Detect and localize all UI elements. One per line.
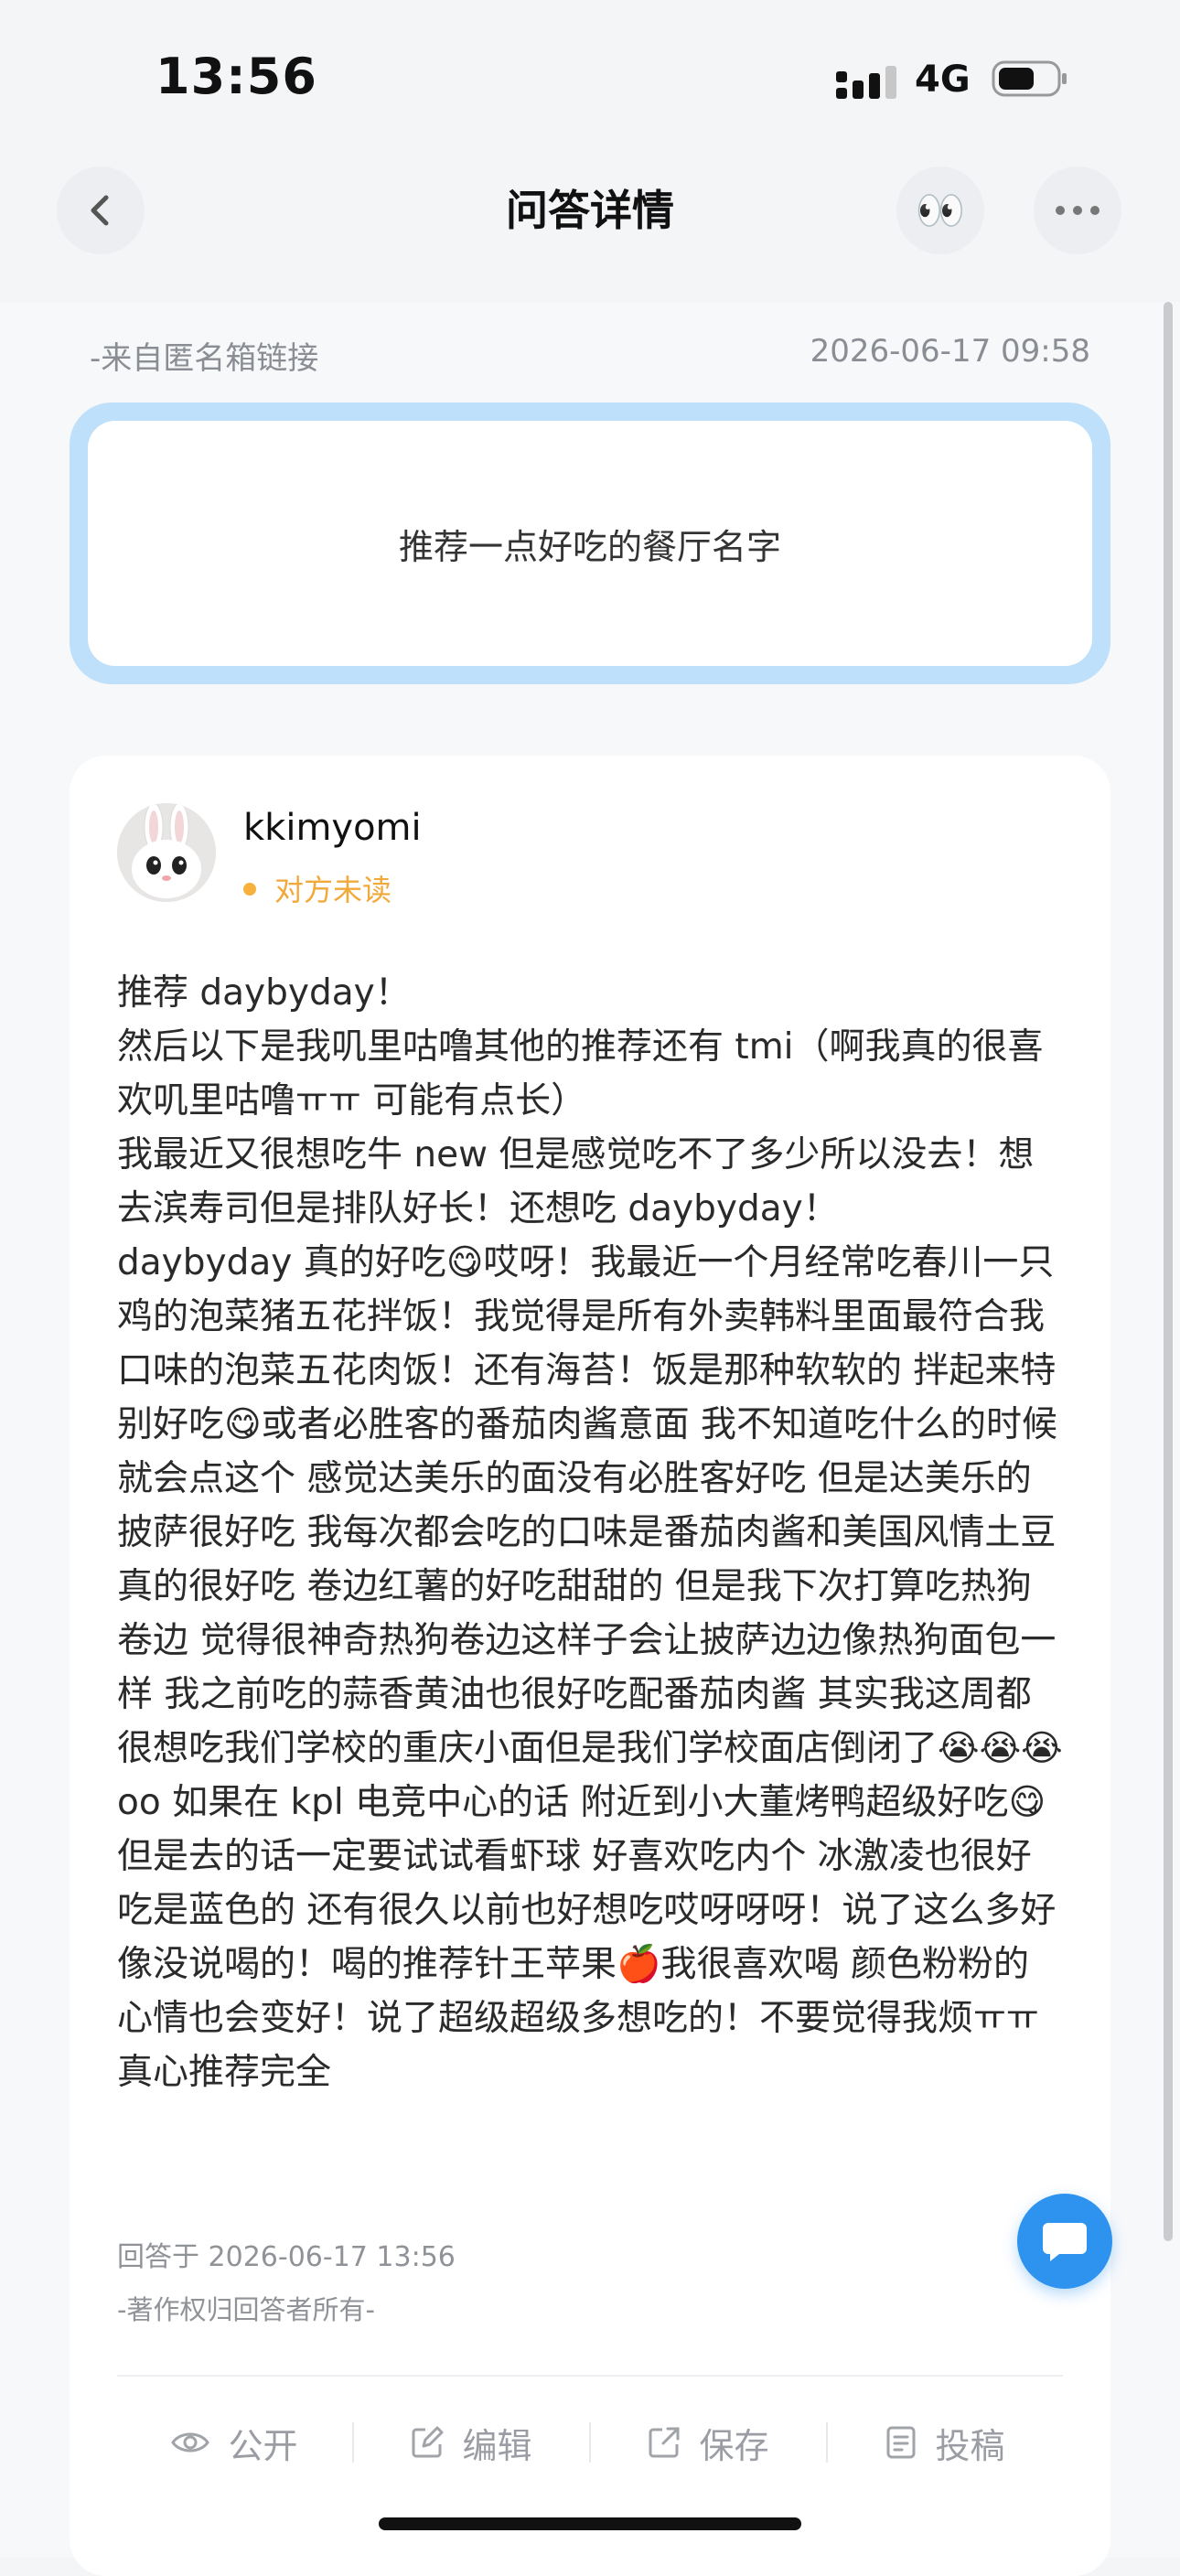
content-area[interactable]: -来自匿名箱链接 2026-06-17 09:58 推荐一点好吃的餐厅名字 kk… (0, 302, 1180, 2576)
status-dot-icon (243, 883, 256, 896)
page-title: 问答详情 (506, 186, 674, 235)
more-dots-icon (1056, 206, 1100, 215)
question-source: -来自匿名箱链接 (90, 340, 319, 377)
copyright-note: -著作权归回答者所有- (117, 2294, 375, 2325)
network-type: 4G (915, 59, 971, 101)
answerer-username[interactable]: kkimyomi (243, 807, 422, 849)
edit-label: 编辑 (462, 2425, 532, 2466)
more-button[interactable] (1034, 166, 1121, 254)
avatar[interactable] (117, 803, 216, 902)
read-status: 对方未读 (243, 867, 392, 909)
home-indicator (379, 2517, 801, 2530)
public-label: 公开 (228, 2425, 298, 2466)
submit-label: 投稿 (935, 2425, 1005, 2466)
edit-icon (412, 2426, 444, 2458)
document-icon (886, 2426, 916, 2459)
answer-body: 推荐 daybyday！ 然后以下是我叽里咕噜其他的推荐还有 tmi（啊我真的很… (117, 972, 1063, 2093)
bunny-avatar-icon (117, 803, 216, 902)
eyes-icon: 👀 (915, 188, 966, 234)
eye-icon (171, 2432, 210, 2453)
scrollbar[interactable] (1164, 302, 1173, 2241)
read-status-label: 对方未读 (274, 873, 392, 907)
eyes-button[interactable]: 👀 (896, 166, 984, 254)
status-bar: 13:56 4G (0, 0, 1180, 156)
status-time: 13:56 (156, 48, 317, 105)
chat-button[interactable] (1017, 2194, 1112, 2289)
answer-card: kkimyomi 对方未读 推荐 daybyday！ 然后以下是我叽里咕噜其他的… (70, 756, 1110, 2576)
question-text: 推荐一点好吃的餐厅名字 (88, 421, 1092, 666)
signal-icon (836, 66, 896, 99)
save-icon (649, 2427, 680, 2458)
answered-at: 回答于 2026-06-17 13:56 (117, 2241, 456, 2273)
chat-bubble-icon (1043, 2223, 1087, 2261)
save-label: 保存 (699, 2425, 769, 2466)
save-button[interactable]: 保存 (591, 2418, 826, 2468)
submit-button[interactable]: 投稿 (828, 2418, 1063, 2468)
battery-icon (992, 60, 1067, 97)
nav-bar: 问答详情 👀 (0, 156, 1180, 302)
question-time: 2026-06-17 09:58 (810, 333, 1090, 370)
edit-button[interactable]: 编辑 (354, 2418, 589, 2468)
public-button[interactable]: 公开 (117, 2418, 352, 2468)
question-card: 推荐一点好吃的餐厅名字 (70, 402, 1110, 684)
action-toolbar: 公开 编辑 保存 投稿 (117, 2402, 1063, 2483)
divider (117, 2375, 1063, 2377)
